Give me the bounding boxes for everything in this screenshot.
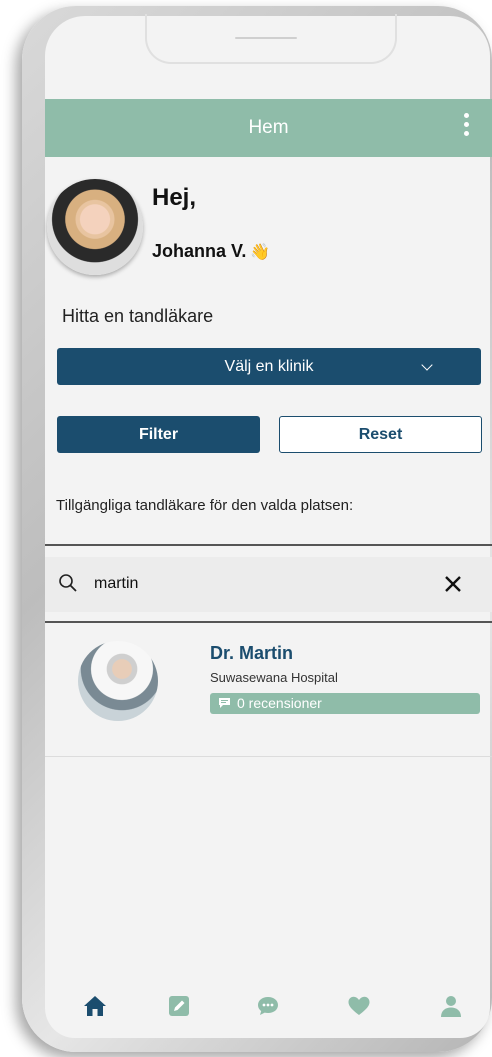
chat-icon[interactable] [255, 993, 281, 1019]
dentist-card[interactable]: Dr. Martin Suwasewana Hospital 0 recensi… [45, 623, 492, 757]
search-bar [45, 557, 492, 612]
dentist-avatar [78, 641, 158, 721]
search-input[interactable] [94, 570, 394, 598]
dentist-name[interactable]: Dr. Martin [210, 643, 293, 664]
bottom-nav [45, 985, 492, 1031]
available-dentists-text: Tillgängliga tandläkare för den valda pl… [56, 497, 354, 514]
edit-icon[interactable] [166, 993, 192, 1019]
page-title: Hem [248, 117, 289, 138]
more-options-icon[interactable] [464, 113, 470, 143]
wave-emoji: 👋 [250, 244, 271, 261]
clinic-select-label: Välj en klinik [224, 358, 314, 375]
profile-icon[interactable] [438, 993, 464, 1019]
close-icon[interactable] [444, 575, 462, 593]
speaker-slot [235, 37, 297, 39]
user-name: Johanna V. [152, 241, 247, 261]
comment-icon [219, 698, 230, 708]
filter-button[interactable]: Filter [57, 416, 260, 453]
heart-icon[interactable] [346, 993, 372, 1019]
dentist-hospital: Suwasewana Hospital [210, 670, 338, 685]
reviews-count: 0 recensioner [237, 695, 322, 711]
app-bar: Hem [45, 99, 492, 157]
screen [45, 16, 490, 1038]
user-name-row: Johanna V. 👋 [152, 241, 270, 262]
user-avatar [47, 179, 143, 275]
reviews-badge: 0 recensioner [210, 693, 480, 714]
divider-top [45, 544, 492, 546]
find-dentist-heading: Hitta en tandläkare [62, 306, 214, 326]
home-icon[interactable] [82, 993, 108, 1019]
reset-button[interactable]: Reset [279, 416, 482, 453]
search-icon [59, 574, 77, 592]
greeting-text: Hej, [152, 184, 197, 211]
notch [145, 14, 397, 64]
clinic-select[interactable]: Välj en klinik [57, 348, 481, 385]
